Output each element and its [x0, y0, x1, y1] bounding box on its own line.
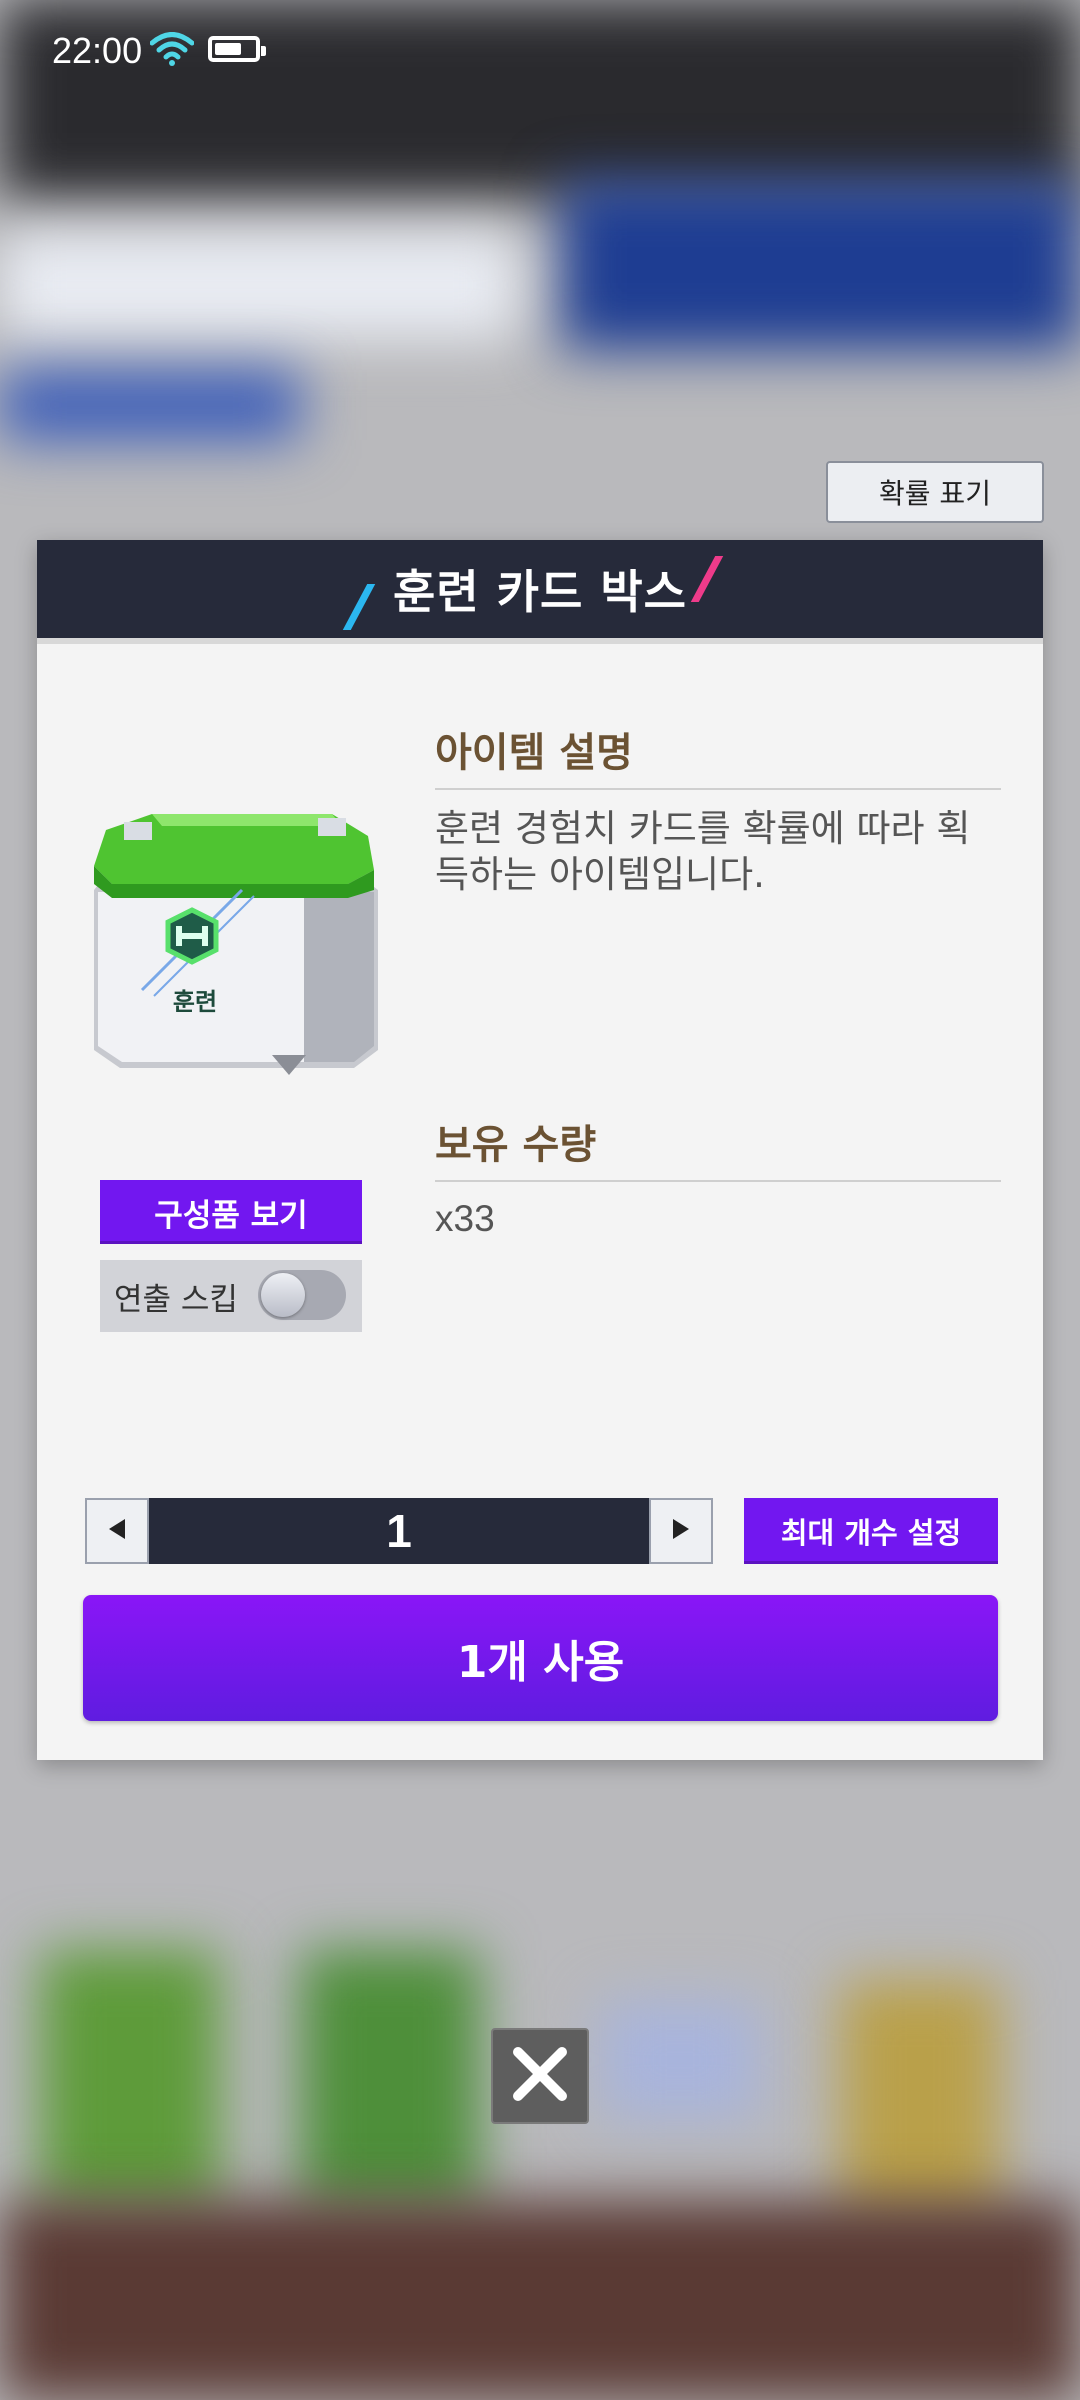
- box-badge-label: 훈련: [173, 988, 217, 1016]
- quantity-value[interactable]: 1: [149, 1498, 649, 1564]
- description-heading: 아이템 설명: [435, 730, 633, 776]
- item-dialog: 훈련 카드 박스 훈련 아이템 설명 훈련 경험치 카드를 확률에 따라 획득하…: [37, 540, 1043, 1760]
- close-button[interactable]: [491, 2028, 589, 2124]
- owned-divider: [435, 1180, 1001, 1182]
- blue-slash-decoration: [342, 584, 376, 630]
- effect-skip-label: 연출 스킵: [114, 1281, 238, 1318]
- quantity-stepper: 1: [85, 1498, 713, 1564]
- owned-heading: 보유 수량: [435, 1122, 597, 1168]
- increase-button[interactable]: [649, 1498, 713, 1564]
- view-components-button[interactable]: 구성품 보기: [100, 1180, 362, 1244]
- left-arrow-icon: [107, 1517, 127, 1545]
- owned-count: x33: [435, 1198, 495, 1239]
- dialog-header: 훈련 카드 박스: [37, 540, 1043, 638]
- effect-skip-toggle[interactable]: [258, 1270, 346, 1320]
- use-item-button[interactable]: 1개 사용: [83, 1595, 998, 1721]
- status-time: 22:00: [52, 30, 143, 71]
- right-arrow-icon: [671, 1517, 691, 1545]
- set-max-quantity-button[interactable]: 최대 개수 설정: [744, 1498, 998, 1564]
- close-icon: [508, 2042, 572, 2110]
- probability-button[interactable]: 확률 표기: [826, 461, 1044, 523]
- header-divider: [37, 638, 1043, 644]
- dialog-title: 훈련 카드 박스: [393, 565, 687, 619]
- battery-icon: [208, 36, 266, 62]
- wifi-icon: [149, 32, 195, 75]
- effect-skip-row: 연출 스킵: [100, 1260, 362, 1332]
- pink-slash-decoration: [690, 556, 724, 602]
- status-bar: 22:00: [0, 0, 1080, 100]
- toggle-knob: [261, 1273, 305, 1317]
- training-box-image: 훈련: [92, 800, 382, 1080]
- description-text: 훈련 경험치 카드를 확률에 따라 획득하는 아이템입니다.: [435, 807, 971, 896]
- description-divider: [435, 788, 1001, 790]
- decrease-button[interactable]: [85, 1498, 149, 1564]
